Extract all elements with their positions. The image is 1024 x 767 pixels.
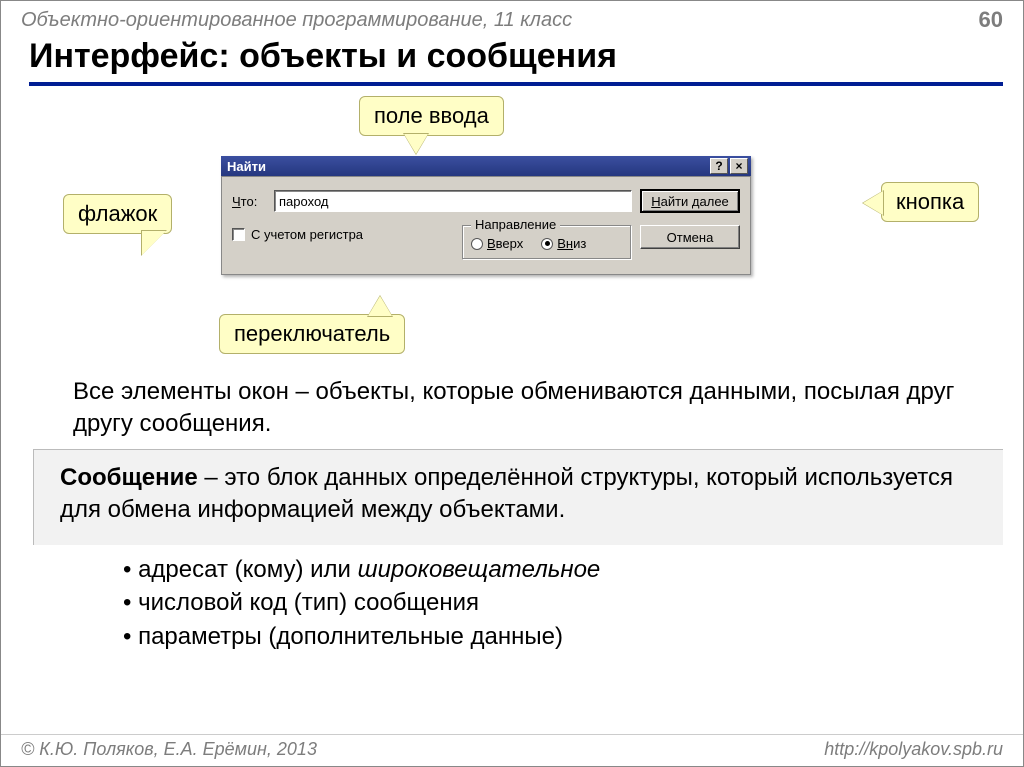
callout-checkbox: флажок [63,194,172,234]
dialog-titlebar[interactable]: Найти ? × [221,156,751,176]
slide-title: Интерфейс: объекты и сообщения [29,37,1003,86]
find-dialog: Найти ? × Что: Найти далее С учетом реги… [221,156,751,275]
help-button[interactable]: ? [710,158,728,174]
case-label: С учетом регистра [251,227,363,242]
radio-down[interactable]: Вниз [541,236,586,251]
bullets-list: адресат (кому) или широковещательное чис… [123,553,1003,654]
search-input[interactable] [274,190,632,212]
callout-input: поле ввода [359,96,504,136]
find-next-button[interactable]: Найти далее [640,189,740,213]
case-checkbox[interactable]: С учетом регистра [232,227,363,242]
checkbox-icon [232,228,245,241]
definition-box: Сообщение – это блок данных определённой… [33,449,1003,545]
footer-copyright: © К.Ю. Поляков, Е.А. Ерёмин, 2013 [21,735,317,760]
list-item: параметры (дополнительные данные) [123,620,1003,654]
dialog-title: Найти [227,159,266,174]
radio-icon [471,238,483,250]
page-number: 60 [979,7,1003,33]
radio-up[interactable]: Вверх [471,236,523,251]
footer-url: http://kpolyakov.spb.ru [824,735,1003,760]
what-label: Что: [232,194,266,209]
list-item: числовой код (тип) сообщения [123,586,1003,620]
radio-icon [541,238,553,250]
direction-legend: Направление [471,217,560,232]
direction-group: Направление Вверх Вниз [462,225,632,260]
cancel-button[interactable]: Отмена [640,225,740,249]
callout-button: кнопка [881,182,979,222]
list-item: адресат (кому) или широковещательное [123,553,1003,587]
intro-paragraph: Все элементы окон – объекты, которые обм… [73,376,975,441]
course-title: Объектно-ориентированное программировани… [21,9,572,32]
callout-radio: переключатель [219,314,405,354]
definition-term: Сообщение [60,464,198,491]
close-button[interactable]: × [730,158,748,174]
